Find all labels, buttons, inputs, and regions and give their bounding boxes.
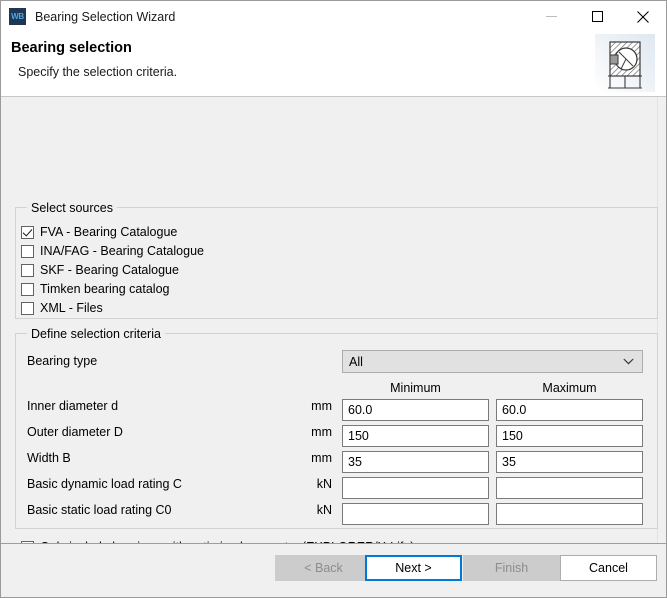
bearing-type-select[interactable]: All xyxy=(342,350,643,373)
wizard-footer: < Back Next > Finish Cancel xyxy=(1,543,666,597)
inner-diameter-unit: mm xyxy=(282,399,332,413)
minimize-icon xyxy=(546,11,557,22)
page-title: Bearing selection xyxy=(11,40,132,56)
static-load-rating-min-input[interactable] xyxy=(342,503,489,525)
dynamic-load-rating-label: Basic dynamic load rating C xyxy=(27,477,182,491)
wizard-window: WB Bearing Selection Wizard Bear xyxy=(0,0,667,598)
bearing-type-label: Bearing type xyxy=(27,354,97,368)
static-load-rating-label: Basic static load rating C0 xyxy=(27,503,172,517)
maximize-icon xyxy=(592,11,603,22)
checkbox-skf-bearing-catalogue[interactable]: SKF - Bearing Catalogue xyxy=(21,263,179,277)
checkbox-box[interactable] xyxy=(21,283,34,296)
dynamic-load-rating-max-input[interactable] xyxy=(496,477,643,499)
inner-diameter-label: Inner diameter d xyxy=(27,399,118,413)
page-body: Select sources FVA - Bearing Catalogue I… xyxy=(1,97,666,543)
dynamic-load-rating-unit: kN xyxy=(282,477,332,491)
select-sources-group-title: Select sources xyxy=(27,201,117,215)
checkbox-label: XML - Files xyxy=(40,301,103,315)
next-button[interactable]: Next > xyxy=(365,555,462,581)
outer-diameter-label: Outer diameter D xyxy=(27,425,123,439)
checkbox-box[interactable] xyxy=(21,264,34,277)
minimize-button[interactable] xyxy=(528,1,574,32)
bearing-cross-section-icon xyxy=(595,34,655,92)
outer-diameter-min-input[interactable] xyxy=(342,425,489,447)
checkbox-box[interactable] xyxy=(21,302,34,315)
checkbox-label: INA/FAG - Bearing Catalogue xyxy=(40,244,204,258)
bearing-type-value: All xyxy=(343,355,363,369)
cancel-button[interactable]: Cancel xyxy=(560,555,657,581)
column-header-minimum: Minimum xyxy=(342,381,489,395)
page-subtitle: Specify the selection criteria. xyxy=(18,65,177,79)
checkbox-fva-bearing-catalogue[interactable]: FVA - Bearing Catalogue xyxy=(21,225,177,239)
inner-diameter-max-input[interactable] xyxy=(496,399,643,421)
column-header-maximum: Maximum xyxy=(496,381,643,395)
finish-button[interactable]: Finish xyxy=(463,555,560,581)
width-min-input[interactable] xyxy=(342,451,489,473)
inner-diameter-min-input[interactable] xyxy=(342,399,489,421)
content-pane: Select sources FVA - Bearing Catalogue I… xyxy=(1,97,658,543)
checkbox-label: Timken bearing catalog xyxy=(40,282,169,296)
app-icon: WB xyxy=(9,8,26,25)
close-button[interactable] xyxy=(620,1,666,32)
static-load-rating-max-input[interactable] xyxy=(496,503,643,525)
page-header: Bearing selection Specify the selection … xyxy=(1,32,666,97)
title-bar: WB Bearing Selection Wizard xyxy=(1,1,666,32)
checkbox-box[interactable] xyxy=(21,245,34,258)
maximize-button[interactable] xyxy=(574,1,620,32)
width-unit: mm xyxy=(282,451,332,465)
checkbox-label: SKF - Bearing Catalogue xyxy=(40,263,179,277)
width-label: Width B xyxy=(27,451,71,465)
static-load-rating-unit: kN xyxy=(282,503,332,517)
define-criteria-group-title: Define selection criteria xyxy=(27,327,165,341)
chevron-down-icon xyxy=(623,358,634,365)
outer-diameter-max-input[interactable] xyxy=(496,425,643,447)
close-icon xyxy=(637,11,649,23)
checkbox-box[interactable] xyxy=(21,226,34,239)
window-title: Bearing Selection Wizard xyxy=(35,10,175,24)
checkbox-timken-bearing-catalog[interactable]: Timken bearing catalog xyxy=(21,282,169,296)
checkbox-ina-fag-bearing-catalogue[interactable]: INA/FAG - Bearing Catalogue xyxy=(21,244,204,258)
outer-diameter-unit: mm xyxy=(282,425,332,439)
back-button[interactable]: < Back xyxy=(275,555,372,581)
right-margin xyxy=(658,97,666,543)
dynamic-load-rating-min-input[interactable] xyxy=(342,477,489,499)
window-controls xyxy=(528,1,666,32)
width-max-input[interactable] xyxy=(496,451,643,473)
checkbox-label: FVA - Bearing Catalogue xyxy=(40,225,177,239)
checkbox-xml-files[interactable]: XML - Files xyxy=(21,301,103,315)
